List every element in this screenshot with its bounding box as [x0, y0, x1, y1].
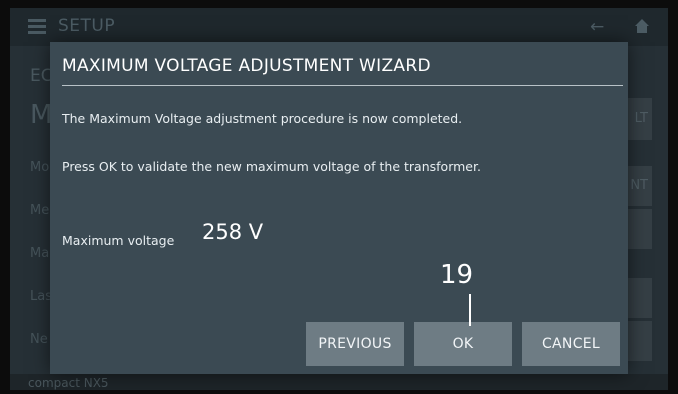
step-annotation-pointer [469, 294, 471, 326]
back-arrow-icon[interactable]: ← [590, 17, 604, 37]
setup-row: Ma [30, 246, 50, 261]
previous-button[interactable]: PREVIOUS [306, 322, 404, 366]
device-screen: SETUP ← EC M Mo Me Ma Las Ne LT NT compa… [10, 8, 668, 390]
home-icon[interactable] [634, 18, 650, 34]
cancel-button[interactable]: CANCEL [522, 322, 620, 366]
completion-message: The Maximum Voltage adjustment procedure… [62, 111, 463, 126]
setup-row: Me [30, 203, 50, 218]
ok-button[interactable]: OK [414, 322, 512, 366]
step-annotation-number: 19 [440, 260, 474, 290]
status-bar [10, 374, 668, 390]
title-divider [62, 85, 623, 86]
maximum-voltage-value: 258 V [202, 220, 264, 244]
setup-row: Las [30, 289, 52, 304]
maximum-voltage-label: Maximum voltage [62, 233, 175, 248]
setup-row: Ne [30, 332, 48, 347]
device-model-label: compact NX5 [28, 376, 109, 390]
validate-instruction: Press OK to validate the new maximum vol… [62, 159, 481, 174]
hamburger-menu-icon[interactable] [28, 19, 46, 35]
dialog-title: MAXIMUM VOLTAGE ADJUSTMENT WIZARD [62, 56, 431, 76]
setup-title: SETUP [58, 16, 116, 36]
setup-row: Mo [30, 160, 50, 175]
